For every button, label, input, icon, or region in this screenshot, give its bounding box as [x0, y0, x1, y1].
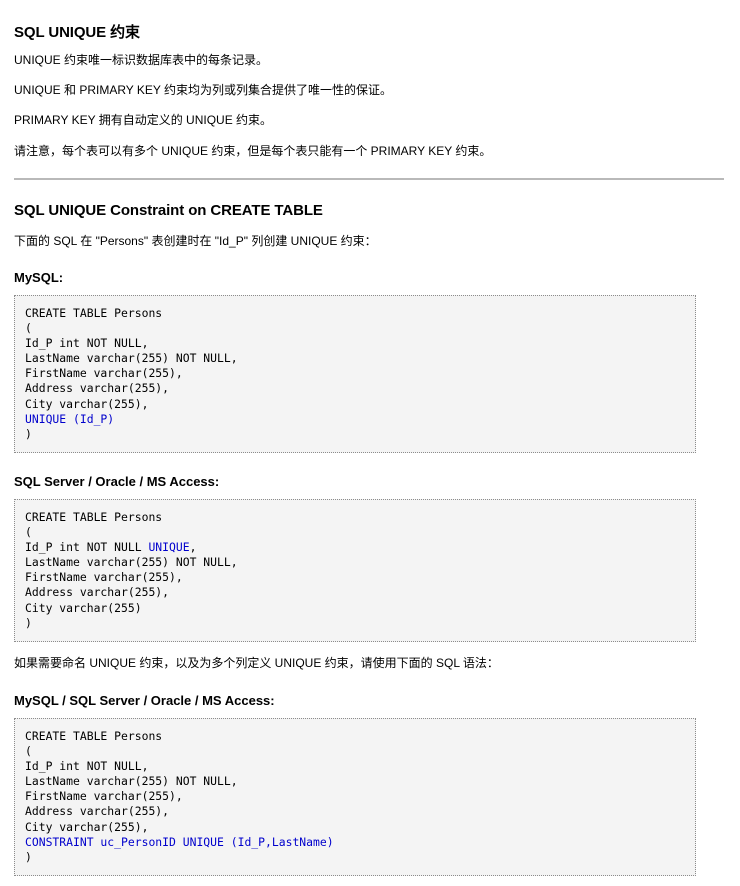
code-keyword-unique: UNIQUE: [148, 540, 190, 555]
code-line: Address varchar(255),: [25, 585, 170, 600]
code-line: CREATE TABLE Persons: [25, 306, 163, 320]
code-line: City varchar(255),: [25, 819, 149, 834]
code-line: ): [25, 849, 32, 864]
code-line: LastName varchar(255) NOT NULL,: [25, 774, 238, 789]
code-line: FirstName varchar(255),: [25, 366, 183, 381]
paragraph-2: UNIQUE 和 PRIMARY KEY 约束均为列或列集合提供了唯一性的保证。: [14, 83, 393, 97]
code-line: CREATE TABLE Persons: [25, 510, 163, 524]
code-line: FirstName varchar(255),: [25, 789, 183, 804]
code-block-mysql: CREATE TABLE Persons ( Id_P int NOT NULL…: [14, 295, 696, 453]
code-block-sqlserver: CREATE TABLE Persons ( Id_P int NOT NULL…: [14, 499, 696, 642]
code-line: ): [25, 615, 32, 630]
code-line: Address varchar(255),: [25, 804, 170, 819]
section-divider: [14, 178, 724, 180]
code-line: LastName varchar(255) NOT NULL,: [25, 555, 238, 570]
paragraph-4: 请注意，每个表可以有多个 UNIQUE 约束，但是每个表只能有一个 PRIMAR…: [14, 144, 492, 158]
section-title-create-table: SQL UNIQUE Constraint on CREATE TABLE: [14, 202, 323, 219]
paragraph-3: PRIMARY KEY 拥有自动定义的 UNIQUE 约束。: [14, 113, 273, 127]
code-line-highlighted: UNIQUE (Id_P): [25, 411, 115, 426]
code-line: (: [25, 525, 32, 540]
all-db-heading: MySQL / SQL Server / Oracle / MS Access:: [14, 693, 275, 708]
code-line: Address varchar(255),: [25, 381, 170, 396]
code-line: Id_P int NOT NULL,: [25, 759, 149, 774]
code-line: City varchar(255),: [25, 396, 149, 411]
code-line-highlighted: CONSTRAINT uc_PersonID UNIQUE (Id_P,Last…: [25, 834, 334, 849]
mysql-heading: MySQL:: [14, 270, 64, 285]
naming-paragraph: 如果需要命名 UNIQUE 约束，以及为多个列定义 UNIQUE 约束，请使用下…: [14, 656, 499, 670]
code-segment: Id_P int NOT NULL: [25, 540, 149, 555]
code-block-all: CREATE TABLE Persons ( Id_P int NOT NULL…: [14, 718, 696, 876]
code-line: ): [25, 426, 32, 441]
code-line: (: [25, 321, 32, 336]
paragraph-1: UNIQUE 约束唯一标识数据库表中的每条记录。: [14, 53, 269, 67]
section-title-unique: SQL UNIQUE 约束: [14, 24, 140, 41]
code-line: (: [25, 744, 32, 759]
intro-paragraph: 下面的 SQL 在 "Persons" 表创建时在 "Id_P" 列创建 UNI…: [14, 234, 377, 248]
code-line: FirstName varchar(255),: [25, 570, 183, 585]
code-line: Id_P int NOT NULL UNIQUE,: [25, 540, 695, 555]
code-line: LastName varchar(255) NOT NULL,: [25, 351, 238, 366]
code-segment: ,: [189, 540, 197, 555]
sqlserver-heading: SQL Server / Oracle / MS Access:: [14, 474, 220, 489]
code-line: CREATE TABLE Persons: [25, 729, 163, 743]
code-line: City varchar(255): [25, 600, 142, 615]
code-line: Id_P int NOT NULL,: [25, 336, 149, 351]
